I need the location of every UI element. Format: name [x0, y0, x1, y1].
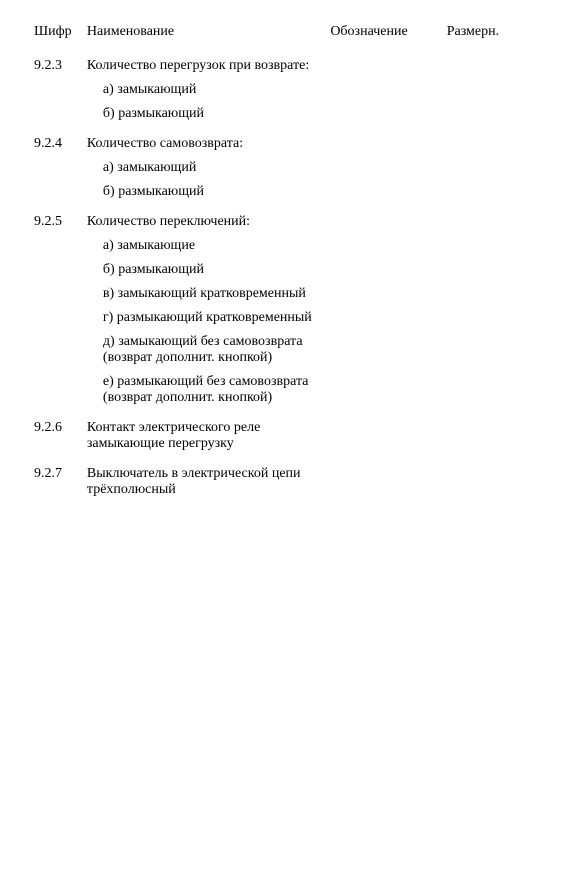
header-ref: Обозначение: [326, 20, 442, 54]
cell-ref: [326, 410, 442, 456]
header-name: Наименование: [83, 20, 326, 54]
cell-ref: [326, 126, 442, 156]
cell-unit: [443, 410, 538, 456]
cell-unit: [443, 258, 538, 282]
spec-table: Шифр Наименование Обозначение Размерн. 9…: [30, 20, 538, 502]
cell-name: а) замыкающий: [83, 78, 326, 102]
table-row: г) размыкающий кратковременный: [30, 306, 538, 330]
cell-name: г) размыкающий кратковременный: [83, 306, 326, 330]
cell-name: Количество самовозврата:: [83, 126, 326, 156]
cell-num: [30, 330, 83, 370]
cell-unit: [443, 78, 538, 102]
cell-name: а) замыкающий: [83, 156, 326, 180]
cell-unit: [443, 330, 538, 370]
table-row: а) замыкающие: [30, 234, 538, 258]
cell-unit: [443, 234, 538, 258]
cell-num: [30, 370, 83, 410]
cell-num: 9.2.6: [30, 410, 83, 456]
cell-name: б) размыкающий: [83, 102, 326, 126]
cell-name: Количество перегрузок при возврате:: [83, 54, 326, 78]
cell-ref: [326, 78, 442, 102]
cell-unit: [443, 204, 538, 234]
header-unit: Размерн.: [443, 20, 538, 54]
cell-unit: [443, 102, 538, 126]
cell-unit: [443, 180, 538, 204]
table-row: а) замыкающий: [30, 78, 538, 102]
cell-unit: [443, 54, 538, 78]
cell-unit: [443, 370, 538, 410]
cell-name: б) размыкающий: [83, 258, 326, 282]
cell-ref: [326, 102, 442, 126]
table-row: 9.2.4Количество самовозврата:: [30, 126, 538, 156]
table-row: б) размыкающий: [30, 258, 538, 282]
cell-ref: [326, 330, 442, 370]
cell-ref: [326, 204, 442, 234]
cell-unit: [443, 126, 538, 156]
cell-num: [30, 156, 83, 180]
cell-num: [30, 78, 83, 102]
cell-unit: [443, 156, 538, 180]
table-row: а) замыкающий: [30, 156, 538, 180]
cell-name: б) размыкающий: [83, 180, 326, 204]
cell-ref: [326, 456, 442, 502]
cell-unit: [443, 456, 538, 502]
cell-ref: [326, 234, 442, 258]
header-row: Шифр Наименование Обозначение Размерн.: [30, 20, 538, 54]
table-row: 9.2.7Выключатель в электрической цепи тр…: [30, 456, 538, 502]
cell-ref: [326, 156, 442, 180]
cell-ref: [326, 54, 442, 78]
table-row: б) размыкающий: [30, 102, 538, 126]
cell-name: Контакт электрического реле замыкающие п…: [83, 410, 326, 456]
cell-num: 9.2.5: [30, 204, 83, 234]
cell-ref: [326, 306, 442, 330]
table-row: 9.2.5Количество переключений:: [30, 204, 538, 234]
cell-unit: [443, 282, 538, 306]
cell-ref: [326, 180, 442, 204]
cell-ref: [326, 258, 442, 282]
table-row: 9.2.3Количество перегрузок при возврате:: [30, 54, 538, 78]
cell-unit: [443, 306, 538, 330]
cell-name: д) замыкающий без самовозврата (возврат …: [83, 330, 326, 370]
cell-name: Количество переключений:: [83, 204, 326, 234]
header-num: Шифр: [30, 20, 83, 54]
cell-name: Выключатель в электрической цепи трёхпол…: [83, 456, 326, 502]
cell-num: 9.2.3: [30, 54, 83, 78]
cell-name: е) размыкающий без самовозврата (возврат…: [83, 370, 326, 410]
cell-num: [30, 282, 83, 306]
cell-num: [30, 234, 83, 258]
cell-name: а) замыкающие: [83, 234, 326, 258]
table-row: 9.2.6Контакт электрического реле замыкаю…: [30, 410, 538, 456]
cell-ref: [326, 370, 442, 410]
cell-num: 9.2.7: [30, 456, 83, 502]
table-row: д) замыкающий без самовозврата (возврат …: [30, 330, 538, 370]
cell-num: [30, 180, 83, 204]
cell-num: [30, 258, 83, 282]
cell-num: [30, 306, 83, 330]
cell-num: [30, 102, 83, 126]
cell-name: в) замыкающий кратковременный: [83, 282, 326, 306]
cell-num: 9.2.4: [30, 126, 83, 156]
table-row: в) замыкающий кратковременный: [30, 282, 538, 306]
cell-ref: [326, 282, 442, 306]
table-row: б) размыкающий: [30, 180, 538, 204]
table-row: е) размыкающий без самовозврата (возврат…: [30, 370, 538, 410]
